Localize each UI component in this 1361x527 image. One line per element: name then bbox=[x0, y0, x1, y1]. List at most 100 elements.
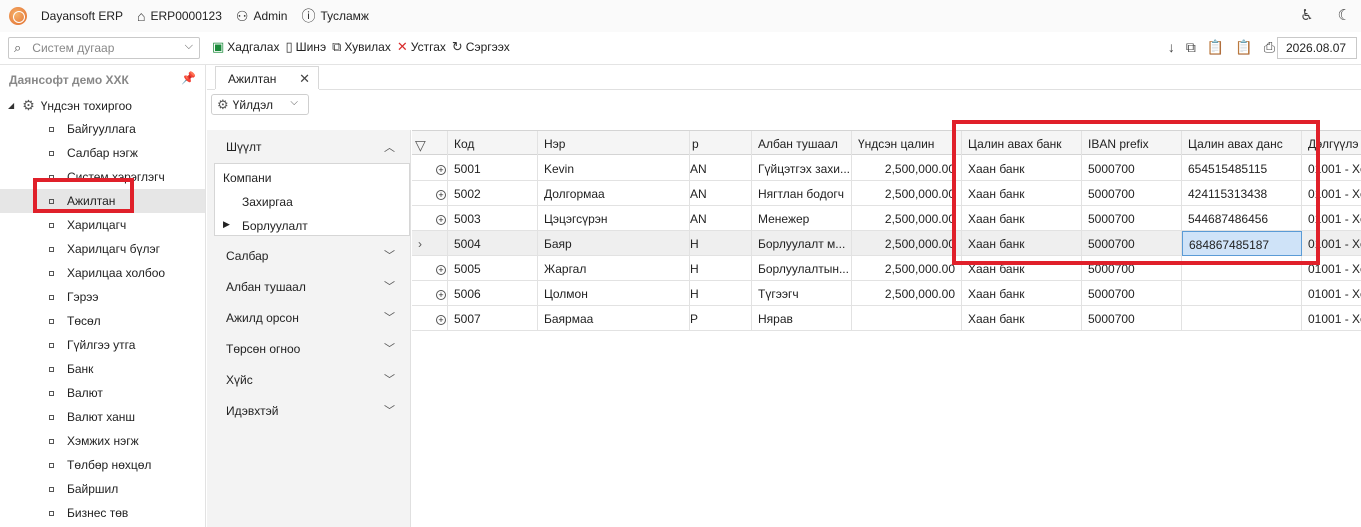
cell-position[interactable]: Гүйцэтгэх захи... bbox=[752, 156, 852, 181]
filter-group[interactable]: Салбар bbox=[226, 249, 268, 263]
sidebar-item[interactable]: Төлбөр нөхцөл bbox=[0, 453, 205, 477]
download-icon[interactable]: ↓ bbox=[1168, 39, 1175, 56]
chevron-down-icon[interactable]: ﹀ bbox=[384, 278, 395, 294]
chevron-down-icon[interactable]: ﹀ bbox=[384, 371, 395, 387]
cell-salary[interactable]: 2,500,000.00 bbox=[852, 231, 962, 256]
cell-position[interactable]: Нягтлан бодогч bbox=[752, 181, 852, 206]
cell-name[interactable]: Kevin bbox=[538, 156, 690, 181]
cell-c3[interactable]: H bbox=[690, 231, 752, 256]
filter-group[interactable]: Ажилд орсон bbox=[226, 311, 299, 325]
cell-code[interactable]: 5006 bbox=[448, 281, 538, 306]
user-id-button[interactable]: ⌂ ERP0000123 bbox=[137, 8, 222, 24]
cell-position[interactable]: Борлуулалтын... bbox=[752, 256, 852, 281]
sidebar-root-node[interactable]: ◢ ⚙ Үндсэн тохиргоо bbox=[8, 97, 132, 114]
expand-row-icon[interactable]: + bbox=[412, 156, 448, 181]
cell-salary[interactable]: 2,500,000.00 bbox=[852, 206, 962, 231]
column-header[interactable]: Нэр bbox=[538, 131, 690, 156]
cell-code[interactable]: 5004 bbox=[448, 231, 538, 256]
sidebar-item[interactable]: Бизнес төв bbox=[0, 501, 205, 525]
expand-row-icon[interactable]: + bbox=[412, 256, 448, 281]
sidebar-item[interactable]: Гэрээ bbox=[0, 285, 205, 309]
chevron-up-icon[interactable]: ︿ bbox=[384, 139, 395, 155]
copy-doc-icon[interactable]: ⧉ bbox=[1186, 39, 1196, 56]
chevron-down-icon[interactable]: ⌵ bbox=[185, 40, 193, 53]
table-row[interactable]: + 5006 Цолмон H Түгээгч 2,500,000.00 Хаа… bbox=[412, 281, 1361, 306]
cell-code[interactable]: 5005 bbox=[448, 256, 538, 281]
filter-funnel-icon[interactable]: ▽ bbox=[412, 131, 448, 156]
sidebar-item[interactable]: Байршил bbox=[0, 477, 205, 501]
cell-code[interactable]: 5001 bbox=[448, 156, 538, 181]
column-header[interactable]: Үндсэн цалин bbox=[852, 131, 962, 156]
sidebar-item[interactable]: Харилцагч bbox=[0, 213, 205, 237]
cell-position[interactable]: Түгээгч bbox=[752, 281, 852, 306]
cell-code[interactable]: 5002 bbox=[448, 181, 538, 206]
cell-iban[interactable]: 5000700 bbox=[1082, 281, 1182, 306]
column-header[interactable]: Албан тушаал bbox=[752, 131, 852, 156]
cell-salary[interactable]: 2,500,000.00 bbox=[852, 156, 962, 181]
chevron-down-icon[interactable]: ﹀ bbox=[384, 309, 395, 325]
sidebar-item[interactable]: Валют ханш bbox=[0, 405, 205, 429]
cell-c3[interactable]: P bbox=[690, 306, 752, 331]
company-option[interactable]: Борлуулалт bbox=[242, 219, 308, 233]
cell-code[interactable]: 5007 bbox=[448, 306, 538, 331]
cell-salary[interactable]: 2,500,000.00 bbox=[852, 256, 962, 281]
column-header[interactable]: Код bbox=[448, 131, 538, 156]
copy-button[interactable]: ⧉ Хувилах bbox=[332, 39, 391, 55]
cell-c3[interactable]: AN bbox=[690, 206, 752, 231]
cell-bank[interactable]: Хаан банк bbox=[962, 281, 1082, 306]
date-field[interactable]: 2026.08.07 bbox=[1277, 37, 1357, 59]
company-option[interactable]: Захиргаа bbox=[242, 195, 293, 209]
cell-last[interactable]: 01001 - Хе bbox=[1302, 306, 1361, 331]
expand-row-icon[interactable]: + bbox=[412, 181, 448, 206]
cell-salary[interactable] bbox=[852, 306, 962, 331]
cell-position[interactable]: Нярав bbox=[752, 306, 852, 331]
sidebar-item[interactable]: Харилцаа холбоо bbox=[0, 261, 205, 285]
cell-salary[interactable]: 2,500,000.00 bbox=[852, 181, 962, 206]
cell-bank[interactable]: Хаан банк bbox=[962, 306, 1082, 331]
cell-name[interactable]: Жаргал bbox=[538, 256, 690, 281]
chevron-down-icon[interactable]: ﹀ bbox=[384, 247, 395, 263]
cell-account[interactable] bbox=[1182, 306, 1302, 331]
sidebar-item[interactable]: Харилцагч бүлэг bbox=[0, 237, 205, 261]
delete-button[interactable]: ✕ Устгах bbox=[397, 39, 446, 55]
cell-c3[interactable]: H bbox=[690, 281, 752, 306]
user-button[interactable]: ⚇ Admin bbox=[236, 8, 288, 25]
sidebar-item[interactable]: Төсөл bbox=[0, 309, 205, 333]
sidebar-item[interactable]: Салбар нэгж bbox=[0, 141, 205, 165]
cell-name[interactable]: Баярмаа bbox=[538, 306, 690, 331]
print-icon[interactable]: ⎙ bbox=[1264, 39, 1275, 56]
chevron-down-icon[interactable]: ﹀ bbox=[384, 340, 395, 356]
refresh-button[interactable]: ↻ Сэргээх bbox=[452, 39, 510, 55]
cell-c3[interactable]: AN bbox=[690, 156, 752, 181]
cell-c3[interactable]: H bbox=[690, 256, 752, 281]
pin-icon[interactable]: 📌 bbox=[181, 71, 196, 85]
cell-name[interactable]: Цэцэгсүрэн bbox=[538, 206, 690, 231]
action-menu-button[interactable]: ⚙ Үйлдэл ⌵ bbox=[211, 94, 309, 115]
dark-mode-icon[interactable]: ☾ bbox=[1338, 6, 1351, 24]
cell-position[interactable]: Борлуулалт м... bbox=[752, 231, 852, 256]
expand-triangle-icon[interactable]: ▶ bbox=[223, 219, 230, 230]
filter-group[interactable]: Хүйс bbox=[226, 373, 253, 387]
sidebar-item[interactable]: Гүйлгээ утга bbox=[0, 333, 205, 357]
new-button[interactable]: ▯ Шинэ bbox=[285, 39, 326, 55]
cell-iban[interactable]: 5000700 bbox=[1082, 306, 1182, 331]
cell-position[interactable]: Менежер bbox=[752, 206, 852, 231]
filter-group[interactable]: Албан тушаал bbox=[226, 280, 306, 294]
save-button[interactable]: ▣ Хадгалах bbox=[212, 39, 279, 55]
sidebar-item[interactable]: Банк bbox=[0, 357, 205, 381]
sidebar-item[interactable]: Байгууллага bbox=[0, 117, 205, 141]
filter-group[interactable]: Идэвхтэй bbox=[226, 404, 278, 418]
cell-last[interactable]: 01001 - Хе bbox=[1302, 281, 1361, 306]
paste-icon[interactable]: 📋 bbox=[1235, 39, 1252, 56]
cell-c3[interactable]: AN bbox=[690, 181, 752, 206]
close-icon[interactable]: ✕ bbox=[299, 71, 310, 87]
sidebar-item[interactable]: Валют bbox=[0, 381, 205, 405]
cell-code[interactable]: 5003 bbox=[448, 206, 538, 231]
column-header[interactable]: р bbox=[690, 131, 752, 156]
cell-name[interactable]: Цолмон bbox=[538, 281, 690, 306]
cell-name[interactable]: Баяр bbox=[538, 231, 690, 256]
sidebar-item[interactable]: Хэмжих нэгж bbox=[0, 429, 205, 453]
search-input[interactable]: ⌕ Систем дугаар ⌵ bbox=[8, 37, 200, 59]
accessibility-icon[interactable]: ♿ bbox=[1300, 6, 1313, 24]
cell-name[interactable]: Долгормаа bbox=[538, 181, 690, 206]
